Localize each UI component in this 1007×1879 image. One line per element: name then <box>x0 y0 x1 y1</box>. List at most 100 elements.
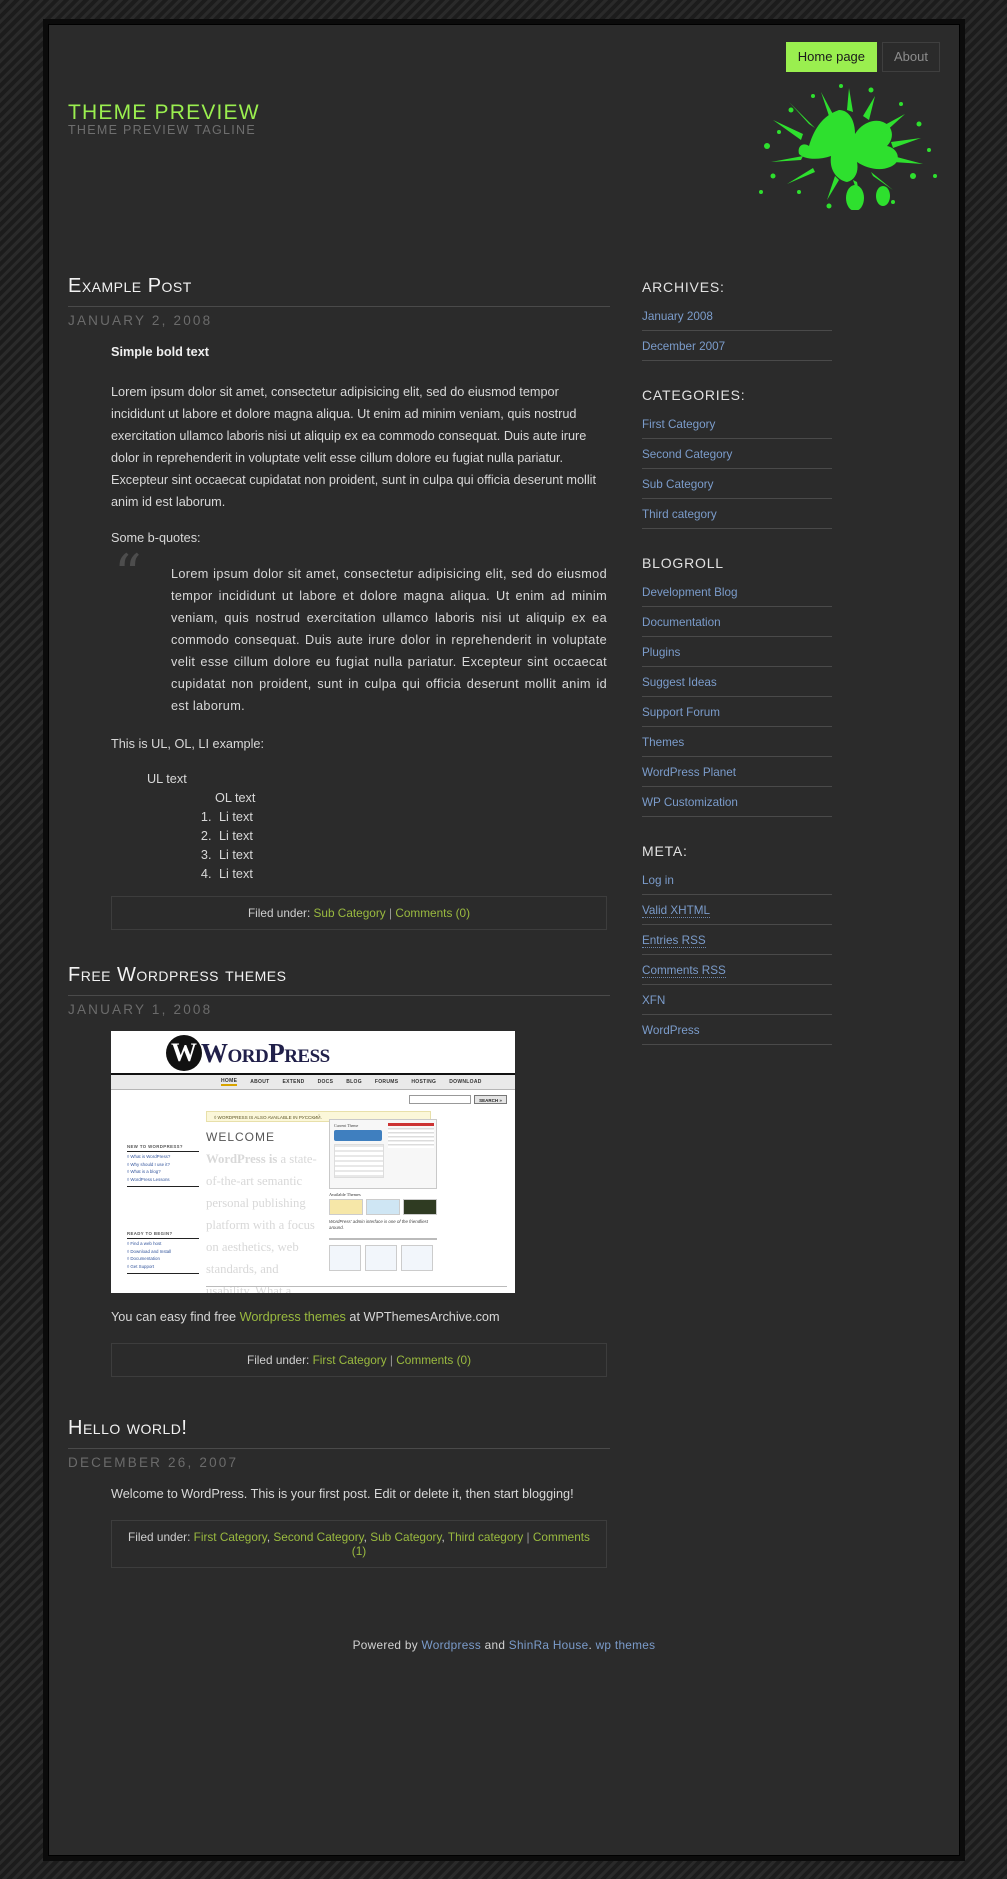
sidebar-link-wordpress[interactable]: WordPress <box>642 1024 700 1037</box>
nav-item-home-page[interactable]: Home page <box>785 42 878 72</box>
wp-theme-swatch <box>329 1198 363 1215</box>
post-meta-bar: Filed under: First Category, Second Cate… <box>111 1519 607 1568</box>
wp-link[interactable]: ◊ Download and Install <box>127 1249 199 1254</box>
post-body: W WordPress HOME ABOUT EXTEND DOCS BLOG … <box>68 1030 610 1377</box>
wp-search-input[interactable] <box>409 1094 471 1104</box>
wp-link[interactable]: ◊ Find a web host <box>127 1241 199 1246</box>
wp-col-head-new: NEW TO WORDPRESS? <box>127 1144 199 1152</box>
sidebar-link-wp-customization[interactable]: WP Customization <box>642 796 738 809</box>
meta-separator: | <box>388 905 393 920</box>
list-item: Li text <box>215 846 607 865</box>
sidebar-heading: META: <box>642 843 688 859</box>
sidebar-link-wordpress-planet[interactable]: WordPress Planet <box>642 766 736 779</box>
sidebar-link-development-blog[interactable]: Development Blog <box>642 586 738 599</box>
wp-link[interactable]: ◊ Get Support <box>127 1264 199 1269</box>
list-item: WordPress Planet <box>642 763 832 787</box>
list-item: Valid XHTML <box>642 901 832 925</box>
category-link[interactable]: Third category <box>448 1530 523 1544</box>
unordered-list: UL text <box>111 770 607 789</box>
wordpress-logo-icon: W <box>166 1034 202 1071</box>
post-date: JANUARY 2, 2008 <box>68 313 213 328</box>
sidebar-link-sub-category[interactable]: Sub Category <box>642 478 713 491</box>
sidebar-link-log-in[interactable]: Log in <box>642 874 674 887</box>
category-link[interactable]: First Category <box>313 1353 387 1367</box>
footer-link-wordpress[interactable]: Wordpress <box>422 1638 482 1652</box>
list-item: Comments RSS <box>642 961 832 985</box>
post-title[interactable]: Free Wordpress themes <box>68 964 610 996</box>
post-body: Welcome to WordPress. This is your first… <box>68 1484 610 1568</box>
wp-link[interactable]: ◊ What is WordPress? <box>127 1154 199 1159</box>
wp-nav-hosting[interactable]: HOSTING <box>411 1079 436 1085</box>
sidebar-heading: CATEGORIES: <box>642 387 746 403</box>
post-meta-bar: Filed under: Sub Category | Comments (0) <box>111 895 607 930</box>
sidebar-link-second-category[interactable]: Second Category <box>642 448 732 461</box>
site-title[interactable]: THEME PREVIEW <box>68 101 260 125</box>
wp-col-head-ready: READY TO BEGIN? <box>127 1231 199 1239</box>
wp-thumb-red-bar <box>388 1122 434 1126</box>
comments-link[interactable]: Comments (0) <box>396 1353 471 1367</box>
wp-link[interactable]: ◊ What is a blog? <box>127 1169 199 1174</box>
blockquote-text: Lorem ipsum dolor sit amet, consectetur … <box>171 566 607 713</box>
post-example-post: Example Post JANUARY 2, 2008 Simple bold… <box>68 275 610 930</box>
list-item: Documentation <box>642 613 832 637</box>
list-item: December 2007 <box>642 337 832 361</box>
wp-divider <box>127 1272 199 1274</box>
post-free-wordpress-themes: Free Wordpress themes JANUARY 1, 2008 W … <box>68 964 610 1377</box>
sidebar-link-xfn[interactable]: XFN <box>642 994 665 1007</box>
wp-nav-extend[interactable]: EXTEND <box>282 1079 304 1085</box>
list-item: Second Category <box>642 445 832 469</box>
footer-link-wp-themes[interactable]: wp themes <box>596 1638 656 1652</box>
category-link[interactable]: Second Category <box>273 1530 363 1544</box>
wp-nav-home[interactable]: HOME <box>221 1078 238 1086</box>
sidebar-link-entries-rss[interactable]: Entries RSS <box>642 934 706 948</box>
list-item: Log in <box>642 871 832 895</box>
category-link[interactable]: First Category <box>194 1530 267 1544</box>
sidebar-link-themes[interactable]: Themes <box>642 736 684 749</box>
wordpress-themes-link[interactable]: Wordpress themes <box>240 1310 346 1324</box>
sidebar-link-third-category[interactable]: Third category <box>642 508 717 521</box>
wp-link[interactable]: ◊ WordPress Lessons <box>127 1177 199 1182</box>
wp-nav-docs[interactable]: DOCS <box>318 1079 334 1085</box>
wp-nav-download[interactable]: DOWNLOAD <box>449 1079 481 1085</box>
site-tagline: THEME PREVIEW TAGLINE <box>68 123 256 137</box>
footer-link-shinra-house[interactable]: ShinRa House <box>509 1638 589 1652</box>
site-page: Home page About THEME PREVIEW THEME PREV… <box>48 24 960 1856</box>
blockquote: Lorem ipsum dolor sit amet, consectetur … <box>111 548 607 718</box>
post-date: JANUARY 1, 2008 <box>68 1001 213 1017</box>
list-item: Development Blog <box>642 583 832 607</box>
nav-item-about[interactable]: About <box>882 42 940 72</box>
post-body: Simple bold text Lorem ipsum dolor sit a… <box>68 342 610 930</box>
wp-nav-forums[interactable]: FORUMS <box>375 1079 398 1085</box>
sidebar-link-first-category[interactable]: First Category <box>642 418 715 431</box>
wp-link[interactable]: ◊ Why should I use it? <box>127 1162 199 1167</box>
category-link[interactable]: Sub Category <box>314 906 386 920</box>
sidebar-link-documentation[interactable]: Documentation <box>642 616 721 629</box>
post-meta-bar: Filed under: First Category | Comments (… <box>111 1342 607 1377</box>
sidebar-link-december-2007[interactable]: December 2007 <box>642 340 725 353</box>
sidebar-link-january-2008[interactable]: January 2008 <box>642 310 713 323</box>
post-paragraph: Welcome to WordPress. This is your first… <box>111 1486 574 1501</box>
sidebar-link-support-forum[interactable]: Support Forum <box>642 706 720 719</box>
sidebar-link-comments-rss[interactable]: Comments RSS <box>642 964 726 978</box>
wp-nav-blog[interactable]: BLOG <box>346 1079 362 1085</box>
sidebar-link-valid-xhtml[interactable]: Valid XHTML <box>642 904 710 918</box>
wp-divider <box>127 1185 199 1187</box>
blockquote-intro: Some b-quotes: <box>111 530 201 545</box>
sidebar-list: Development Blog Documentation Plugins S… <box>642 583 832 817</box>
sidebar-link-plugins[interactable]: Plugins <box>642 646 680 659</box>
comments-link[interactable]: Comments (0) <box>395 906 470 920</box>
main-navigation: Home page About <box>785 42 940 72</box>
sidebar-link-suggest-ideas[interactable]: Suggest Ideas <box>642 676 717 689</box>
wp-search-button[interactable]: SEARCH » <box>474 1094 507 1104</box>
post-title[interactable]: Example Post <box>68 275 610 307</box>
wordpress-homepage-screenshot[interactable]: W WordPress HOME ABOUT EXTEND DOCS BLOG … <box>111 1030 515 1293</box>
post-title[interactable]: Hello world! <box>68 1417 610 1449</box>
sidebar-block-blogroll: BLOGROLL Development Blog Documentation … <box>642 555 832 817</box>
wp-admin-preview: Current Theme Available Themes WordPress… <box>329 1118 437 1271</box>
wp-link[interactable]: ◊ Documentation <box>127 1256 199 1261</box>
wp-nav-about[interactable]: ABOUT <box>250 1079 269 1085</box>
caption-pre: You can easy find free <box>111 1309 240 1324</box>
category-link[interactable]: Sub Category <box>370 1530 441 1544</box>
wp-divider <box>329 1237 437 1240</box>
post-date: DECEMBER 26, 2007 <box>68 1454 239 1470</box>
